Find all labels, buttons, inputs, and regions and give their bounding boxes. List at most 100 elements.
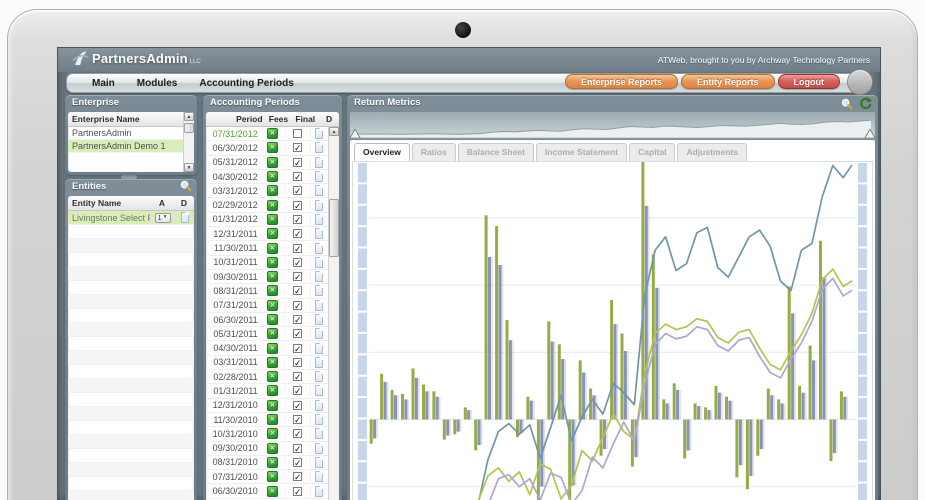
document-icon[interactable] (315, 328, 323, 339)
accounting-period-row[interactable]: 02/29/2012 ✕ ✓ (206, 198, 328, 212)
tab-overview[interactable]: Overview (354, 143, 410, 161)
document-icon[interactable] (315, 257, 323, 268)
document-icon[interactable] (315, 200, 323, 211)
menu-item-modules[interactable]: Modules (126, 78, 189, 89)
menu-item-main[interactable]: Main (81, 78, 126, 89)
accounting-period-row[interactable]: 04/30/2012 ✕ ✓ (206, 170, 328, 184)
fees-excel-icon[interactable]: ✕ (267, 343, 278, 354)
fees-excel-icon[interactable]: ✕ (267, 285, 278, 296)
fees-excel-icon[interactable]: ✕ (267, 371, 278, 382)
document-icon[interactable] (315, 228, 323, 239)
fees-excel-icon[interactable]: ✕ (267, 486, 278, 497)
tab-capital[interactable]: Capital (629, 143, 675, 161)
fees-excel-icon[interactable]: ✕ (267, 471, 278, 482)
fees-excel-icon[interactable]: ✕ (267, 314, 278, 325)
final-checkbox[interactable]: ✓ (293, 386, 302, 395)
accounting-period-row[interactable]: 02/28/2011 ✕ ✓ (206, 370, 328, 384)
final-checkbox[interactable]: ✓ (293, 458, 302, 467)
final-checkbox[interactable]: ✓ (293, 415, 302, 424)
fees-excel-icon[interactable]: ✕ (267, 142, 278, 153)
scroll-up-icon[interactable]: ▲ (184, 112, 194, 121)
final-checkbox[interactable]: ✓ (293, 372, 302, 381)
accounting-period-row[interactable]: 08/31/2011 ✕ ✓ (206, 284, 328, 298)
document-icon[interactable] (315, 285, 323, 296)
enterprise-scrollbar[interactable]: ▲ ▼ (183, 112, 194, 172)
fees-excel-icon[interactable]: ✕ (267, 128, 278, 139)
accounting-period-row[interactable]: 12/31/2010 ✕ ✓ (206, 399, 328, 413)
document-icon[interactable] (315, 300, 323, 311)
document-icon[interactable] (315, 243, 323, 254)
accounting-period-row[interactable]: 06/30/2012 ✕ ✓ (206, 141, 328, 155)
scroll-down-icon[interactable]: ▼ (184, 163, 194, 172)
fees-excel-icon[interactable]: ✕ (267, 414, 278, 425)
final-checkbox[interactable]: ✓ (293, 487, 302, 496)
scroll-up-icon[interactable]: ▲ (329, 127, 339, 136)
entity-row[interactable]: Livingstone Select Fun 1▼ (68, 211, 194, 225)
document-icon[interactable] (315, 428, 323, 439)
document-icon[interactable] (315, 371, 323, 382)
scroll-track[interactable] (184, 121, 194, 163)
accounting-period-row[interactable]: 05/31/2012 ✕ ✓ (206, 156, 328, 170)
search-icon[interactable] (841, 98, 853, 110)
document-icon[interactable] (315, 142, 323, 153)
fees-excel-icon[interactable]: ✕ (267, 300, 278, 311)
fees-excel-icon[interactable]: ✕ (267, 400, 278, 411)
accounting-period-row[interactable]: 07/31/2012 ✕ (206, 127, 328, 141)
final-checkbox[interactable]: ✓ (293, 229, 302, 238)
final-checkbox[interactable]: ✓ (293, 172, 302, 181)
document-icon[interactable] (315, 128, 323, 139)
scroll-thumb[interactable] (329, 199, 339, 257)
final-checkbox[interactable]: ✓ (293, 143, 302, 152)
tab-income-statement[interactable]: Income Statement (536, 143, 627, 161)
accounting-period-row[interactable]: 11/30/2011 ✕ ✓ (206, 241, 328, 255)
enterprise-reports-button[interactable]: Enterprise Reports (565, 74, 678, 89)
fees-excel-icon[interactable]: ✕ (267, 214, 278, 225)
final-checkbox[interactable]: ✓ (293, 286, 302, 295)
document-icon[interactable] (315, 357, 323, 368)
fees-excel-icon[interactable]: ✕ (267, 271, 278, 282)
fees-excel-icon[interactable]: ✕ (267, 328, 278, 339)
accounting-period-row[interactable]: 10/31/2011 ✕ ✓ (206, 256, 328, 270)
search-icon[interactable] (180, 180, 192, 192)
final-checkbox[interactable]: ✓ (293, 329, 302, 338)
range-selector-strip[interactable] (350, 112, 875, 139)
final-checkbox[interactable]: ✓ (293, 244, 302, 253)
fees-excel-icon[interactable]: ✕ (267, 385, 278, 396)
accounting-period-row[interactable]: 10/31/2010 ✕ ✓ (206, 427, 328, 441)
document-icon[interactable] (315, 400, 323, 411)
fees-excel-icon[interactable]: ✕ (267, 457, 278, 468)
fees-excel-icon[interactable]: ✕ (267, 171, 278, 182)
accounting-period-row[interactable]: 04/30/2011 ✕ ✓ (206, 341, 328, 355)
final-checkbox[interactable]: ✓ (293, 186, 302, 195)
document-icon[interactable] (315, 214, 323, 225)
scroll-thumb[interactable] (184, 123, 194, 133)
document-icon[interactable] (315, 185, 323, 196)
document-icon[interactable] (315, 414, 323, 425)
final-checkbox[interactable]: ✓ (293, 358, 302, 367)
document-icon[interactable] (315, 171, 323, 182)
accounting-period-row[interactable]: 05/31/2011 ✕ ✓ (206, 327, 328, 341)
accounting-period-row[interactable]: 09/30/2010 ✕ ✓ (206, 442, 328, 456)
fees-excel-icon[interactable]: ✕ (267, 443, 278, 454)
final-checkbox[interactable]: ✓ (293, 258, 302, 267)
document-icon[interactable] (181, 212, 189, 223)
tab-ratios[interactable]: Ratios (412, 143, 456, 161)
final-checkbox[interactable]: ✓ (293, 344, 302, 353)
allocation-dropdown[interactable]: 1▼ (155, 213, 171, 223)
document-icon[interactable] (315, 385, 323, 396)
accounting-period-row[interactable]: 11/30/2010 ✕ ✓ (206, 413, 328, 427)
fees-excel-icon[interactable]: ✕ (267, 357, 278, 368)
final-checkbox[interactable]: ✓ (293, 215, 302, 224)
accounting-period-row[interactable]: 01/31/2011 ✕ ✓ (206, 384, 328, 398)
final-checkbox[interactable] (293, 129, 302, 138)
accounting-period-row[interactable]: 06/30/2011 ✕ ✓ (206, 313, 328, 327)
logout-button[interactable]: Logout (778, 74, 841, 89)
document-icon[interactable] (315, 157, 323, 168)
accounting-period-row[interactable]: 01/31/2012 ✕ ✓ (206, 213, 328, 227)
document-icon[interactable] (315, 314, 323, 325)
fees-excel-icon[interactable]: ✕ (267, 228, 278, 239)
enterprise-row[interactable]: PartnersAdmin (68, 127, 183, 140)
final-checkbox[interactable]: ✓ (293, 272, 302, 281)
final-checkbox[interactable]: ✓ (293, 401, 302, 410)
document-icon[interactable] (315, 443, 323, 454)
